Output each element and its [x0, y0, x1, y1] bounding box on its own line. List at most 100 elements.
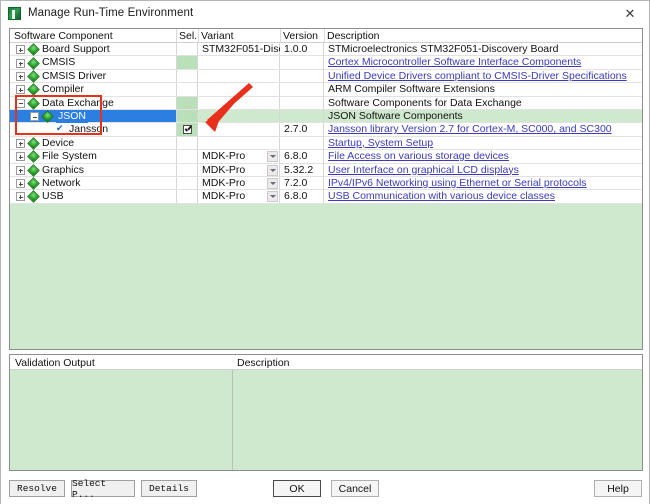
column-header-validation-output[interactable]: Validation Output — [15, 357, 95, 369]
cell-variant[interactable]: STM32F051-Discov... — [198, 43, 303, 56]
cell-software-component[interactable]: Network — [10, 177, 176, 190]
expand-icon[interactable] — [16, 165, 25, 175]
table-row[interactable]: Data Exchange Software Components for Dat… — [10, 96, 642, 110]
validation-output-panel[interactable]: Validation Output Description — [9, 354, 643, 471]
cell-sel[interactable] — [176, 136, 198, 150]
column-header-description[interactable]: Description — [327, 30, 380, 42]
cell-variant[interactable] — [198, 109, 280, 123]
table-row[interactable]: Graphics MDK-Pro 5.32.2 User Interface on g… — [10, 163, 642, 177]
table-row[interactable]: File System MDK-Pro 6.8.0 File Access on va… — [10, 150, 642, 164]
cell-software-component[interactable]: Compiler — [10, 83, 176, 97]
component-label[interactable]: File System — [42, 150, 97, 163]
cell-software-component[interactable]: USB — [10, 190, 176, 204]
description-link[interactable]: File Access on various storage devices — [324, 150, 509, 163]
expand-icon[interactable] — [16, 71, 25, 81]
cell-sel[interactable] — [176, 150, 198, 163]
expand-icon[interactable] — [16, 138, 25, 148]
cell-software-component[interactable]: JSON — [10, 109, 176, 124]
collapse-icon[interactable] — [16, 98, 25, 108]
table-row[interactable]: Compiler ARM Compiler Software Extensions — [10, 83, 642, 97]
chevron-down-icon[interactable] — [267, 177, 278, 189]
expand-icon[interactable] — [16, 58, 25, 68]
chevron-down-icon[interactable] — [267, 164, 278, 176]
cell-variant[interactable]: MDK-Pro — [198, 150, 280, 163]
component-label[interactable]: Device — [42, 137, 74, 150]
table-row[interactable]: Network MDK-Pro 7.2.0 IPv4/IPv6 Networking … — [10, 176, 642, 191]
table-row[interactable]: Device Startup, System Setup — [10, 136, 642, 151]
component-label[interactable]: Graphics — [42, 164, 84, 177]
component-label[interactable]: Network — [42, 177, 81, 190]
column-header-software-component[interactable]: Software Component — [14, 30, 113, 42]
cell-sel[interactable] — [176, 83, 198, 96]
component-label[interactable]: USB — [42, 190, 64, 203]
cell-software-component[interactable]: File System — [10, 150, 176, 164]
cell-sel[interactable] — [176, 56, 198, 69]
cell-variant[interactable] — [198, 123, 280, 136]
description-link[interactable]: User Interface on graphical LCD displays — [324, 164, 519, 177]
resolve-button[interactable]: Resolve — [9, 480, 65, 497]
help-button[interactable]: Help — [594, 480, 642, 497]
expand-icon[interactable] — [16, 192, 25, 202]
cell-software-component[interactable]: Data Exchange — [10, 97, 176, 110]
component-label[interactable]: JSON — [56, 109, 89, 124]
cell-software-component[interactable]: CMSIS — [10, 56, 176, 70]
ok-button[interactable]: OK — [273, 480, 321, 497]
cell-sel[interactable] — [176, 43, 198, 56]
expand-icon[interactable] — [16, 85, 25, 95]
close-icon[interactable]: ✕ — [617, 3, 643, 23]
table-row[interactable]: JSON JSON Software Components — [10, 109, 642, 124]
select-checkbox[interactable] — [182, 125, 192, 135]
description-link[interactable]: Unified Device Drivers compliant to CMSI… — [324, 70, 627, 83]
description-link[interactable]: Cortex Microcontroller Software Interfac… — [324, 56, 581, 69]
cell-sel[interactable] — [176, 96, 198, 109]
table-row[interactable]: CMSIS Driver Unified Device Drivers compl… — [10, 69, 642, 84]
column-header-variant[interactable]: Variant — [201, 30, 234, 42]
cell-sel[interactable] — [176, 109, 198, 123]
table-row[interactable]: CMSIS Cortex Microcontroller Software Int… — [10, 56, 642, 70]
collapse-icon[interactable] — [30, 112, 39, 122]
cell-software-component[interactable]: Jansson — [10, 123, 176, 135]
description-link[interactable]: Startup, System Setup — [324, 137, 433, 150]
software-components-grid[interactable]: Software Component Sel. Variant Version … — [9, 28, 643, 350]
cell-software-component[interactable]: Board Support — [10, 43, 176, 57]
description-link[interactable]: Jansson library Version 2.7 for Cortex-M… — [324, 123, 612, 136]
expand-icon[interactable] — [16, 45, 25, 55]
cell-software-component[interactable]: Graphics — [10, 164, 176, 177]
details-button[interactable]: Details — [141, 480, 197, 497]
component-label[interactable]: Compiler — [42, 83, 84, 96]
cell-variant[interactable] — [198, 96, 280, 109]
cell-variant[interactable] — [198, 136, 280, 150]
cell-sel[interactable] — [176, 176, 198, 190]
cancel-button[interactable]: Cancel — [331, 480, 379, 497]
cell-variant[interactable] — [198, 83, 280, 96]
expand-icon[interactable] — [16, 179, 25, 189]
cell-variant[interactable] — [198, 56, 280, 69]
component-label[interactable]: CMSIS — [42, 56, 75, 69]
component-label[interactable]: Board Support — [42, 43, 110, 56]
cell-variant[interactable] — [198, 69, 280, 83]
cell-sel[interactable] — [176, 69, 198, 83]
chevron-down-icon[interactable] — [267, 191, 278, 203]
cell-sel[interactable] — [176, 123, 198, 136]
table-row[interactable]: USB MDK-Pro 6.8.0 USB Communication with va… — [10, 190, 642, 204]
column-header-version[interactable]: Version — [283, 30, 318, 42]
column-header-sel[interactable]: Sel. — [179, 30, 197, 42]
cell-variant[interactable]: MDK-Pro — [198, 190, 280, 203]
cell-sel[interactable] — [176, 190, 198, 203]
cell-sel[interactable] — [176, 163, 198, 176]
column-header-validation-description[interactable]: Description — [237, 357, 290, 369]
description-link[interactable]: USB Communication with various device cl… — [324, 190, 555, 203]
component-label[interactable]: Jansson — [69, 123, 108, 136]
cell-software-component[interactable]: Device — [10, 137, 176, 150]
table-row[interactable]: Board Support STM32F051-Discov... 1.0.0 STM… — [10, 43, 642, 57]
cell-variant[interactable]: MDK-Pro — [198, 176, 280, 190]
expand-icon[interactable] — [16, 152, 25, 162]
select-packs-button[interactable]: Select P... — [71, 478, 135, 500]
description-link[interactable]: IPv4/IPv6 Networking using Ethernet or S… — [324, 177, 587, 190]
cell-variant[interactable]: MDK-Pro — [198, 163, 280, 176]
component-label[interactable]: CMSIS Driver — [42, 70, 106, 83]
chevron-down-icon[interactable] — [267, 151, 278, 163]
cell-software-component[interactable]: CMSIS Driver — [10, 70, 176, 83]
component-label[interactable]: Data Exchange — [42, 97, 114, 110]
table-row[interactable]: Jansson 2.7.0 Jansson library Version 2.7 … — [10, 123, 642, 137]
